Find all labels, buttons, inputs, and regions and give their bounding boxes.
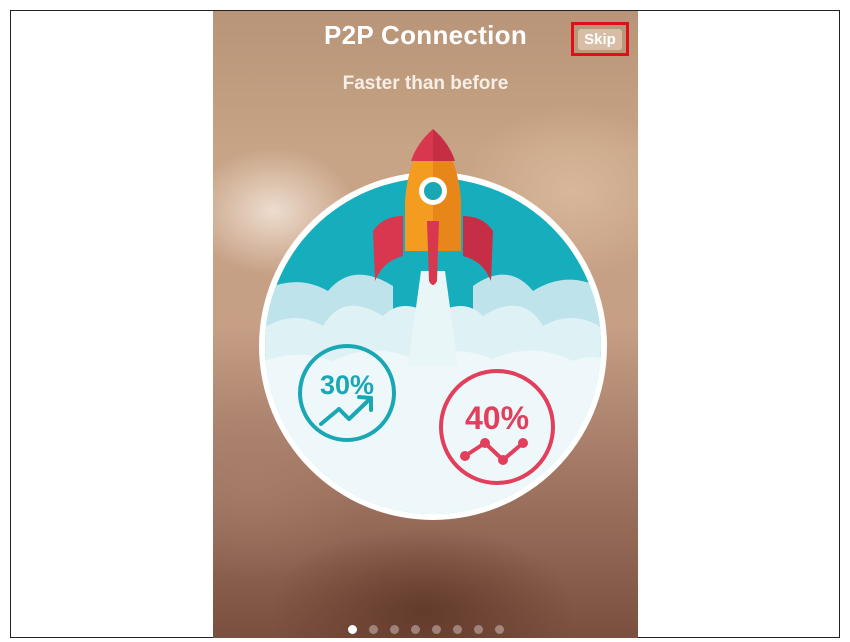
page-dot[interactable] [452, 624, 462, 634]
page-dot[interactable] [410, 624, 420, 634]
page-subtitle: Faster than before [342, 73, 509, 94]
page-dot[interactable] [347, 624, 357, 634]
page-dot[interactable] [368, 624, 378, 634]
page-indicator [213, 622, 638, 636]
page-dot[interactable] [431, 624, 441, 634]
rocket-speed-illustration: 30% 40% [259, 129, 607, 520]
stat-value-40: 40% [465, 400, 529, 436]
page-dot[interactable] [389, 624, 399, 634]
skip-button-label: Skip [578, 28, 622, 50]
cloud-front [265, 350, 601, 514]
onboarding-screen: P2P Connection Faster than before Skip 3… [213, 11, 638, 638]
page-dot[interactable] [473, 624, 483, 634]
page-dot[interactable] [494, 624, 504, 634]
skip-button[interactable]: Skip [571, 22, 629, 56]
stat-value-30: 30% [320, 370, 374, 400]
